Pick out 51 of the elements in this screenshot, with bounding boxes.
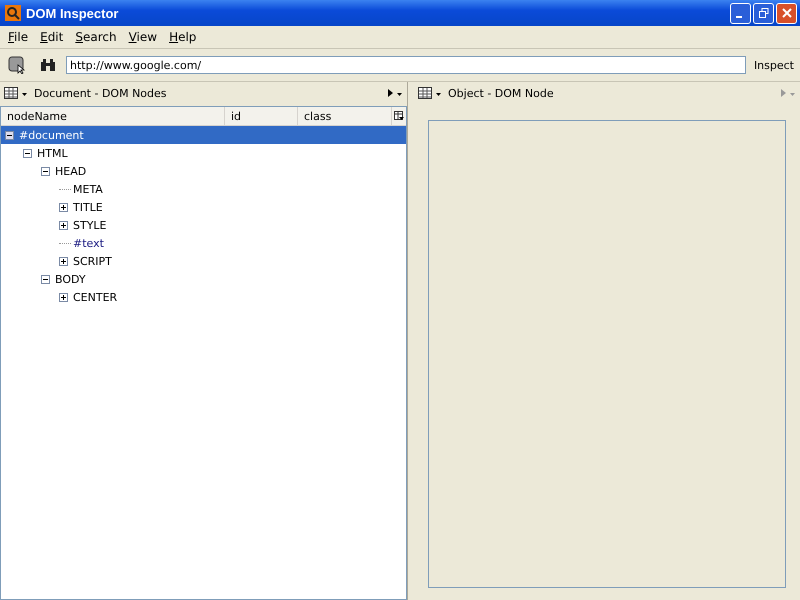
menu-item[interactable]: Search: [69, 28, 123, 46]
panel-title: Object - DOM Node: [448, 86, 555, 100]
tree-row[interactable]: HTML: [1, 144, 406, 162]
restore-icon: [758, 8, 768, 18]
window-title: DOM Inspector: [26, 6, 120, 20]
inspect-button[interactable]: Inspect: [752, 58, 796, 72]
tree-row[interactable]: BODY: [1, 270, 406, 288]
close-button[interactable]: [776, 2, 797, 24]
panel-menu-button[interactable]: [385, 88, 405, 98]
column-header[interactable]: nodeName: [1, 107, 225, 125]
close-icon: [780, 7, 792, 19]
plus-icon[interactable]: [59, 220, 71, 230]
node-name: #document: [19, 128, 84, 142]
minus-icon[interactable]: [41, 166, 53, 176]
view-menu-button[interactable]: [416, 87, 444, 99]
url-field[interactable]: http://www.google.com/: [66, 56, 746, 74]
tree-row[interactable]: SCRIPT: [1, 252, 406, 270]
tree-row[interactable]: CENTER: [1, 288, 406, 306]
node-name: BODY: [55, 272, 86, 286]
menu-item[interactable]: Help: [163, 28, 202, 46]
node-name: CENTER: [73, 290, 118, 304]
tree-row[interactable]: #document: [1, 126, 406, 144]
node-name: #text: [73, 236, 104, 250]
minus-icon[interactable]: [41, 274, 53, 284]
plus-icon[interactable]: [59, 256, 71, 266]
column-header[interactable]: id: [225, 107, 298, 125]
tree-row[interactable]: HEAD: [1, 162, 406, 180]
node-name: META: [73, 182, 103, 196]
node-name: SCRIPT: [73, 254, 112, 268]
menu-item[interactable]: File: [2, 28, 34, 46]
minimize-icon: [736, 16, 742, 18]
menu-item[interactable]: View: [122, 28, 164, 46]
node-name: TITLE: [73, 200, 103, 214]
minimize-button[interactable]: [730, 2, 751, 24]
tree-row[interactable]: STYLE: [1, 216, 406, 234]
tree-row[interactable]: #text: [1, 234, 406, 252]
minus-icon[interactable]: [23, 148, 35, 158]
panel-title: Document - DOM Nodes: [34, 86, 168, 100]
node-name: HTML: [37, 146, 68, 160]
node-name: HEAD: [55, 164, 86, 178]
menu-item[interactable]: Edit: [34, 28, 70, 46]
view-menu-button[interactable]: [2, 87, 30, 99]
column-header[interactable]: class: [298, 107, 392, 125]
restore-button[interactable]: [753, 2, 774, 24]
node-name: STYLE: [73, 218, 106, 232]
tree-row[interactable]: TITLE: [1, 198, 406, 216]
plus-icon[interactable]: [59, 292, 71, 302]
tree-row[interactable]: META: [1, 180, 406, 198]
minus-icon[interactable]: [5, 130, 17, 140]
magnifier-icon: [5, 5, 21, 21]
plus-icon[interactable]: [59, 202, 71, 212]
